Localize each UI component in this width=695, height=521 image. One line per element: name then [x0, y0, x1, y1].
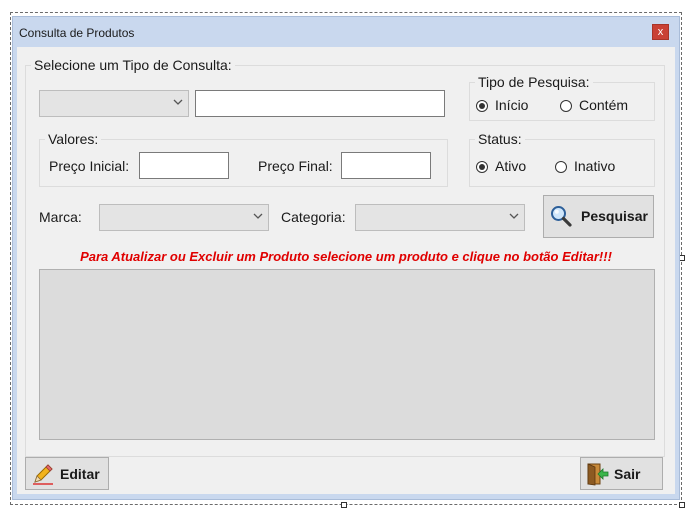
close-button[interactable]: x	[652, 24, 669, 40]
radio-ativo-label: Ativo	[495, 158, 527, 174]
radio-inicio-indicator	[476, 100, 488, 112]
sair-button[interactable]: Sair	[580, 457, 663, 490]
form-client-area: Selecione um Tipo de Consulta: Tipo de P…	[17, 47, 675, 494]
radio-inativo[interactable]: Inativo	[555, 158, 635, 176]
valores-label: Valores:	[45, 131, 102, 147]
radio-ativo[interactable]: Ativo	[476, 158, 546, 176]
radio-ativo-indicator	[476, 161, 488, 173]
preco-final-input[interactable]	[341, 152, 431, 179]
window-title: Consulta de Produtos	[19, 26, 135, 40]
categoria-combobox[interactable]	[355, 204, 525, 231]
editar-button[interactable]: Editar	[25, 457, 109, 490]
pencil-icon	[31, 462, 55, 489]
radio-inicio-label: Início	[495, 97, 529, 113]
radio-contem-label: Contém	[579, 97, 629, 113]
radio-contem-indicator	[560, 100, 572, 112]
editar-label: Editar	[60, 466, 100, 482]
title-bar: Consulta de Produtos x	[13, 17, 679, 47]
resize-handle-bottom[interactable]	[341, 502, 347, 508]
chevron-down-icon	[253, 211, 263, 221]
instruction-notice: Para Atualizar ou Excluir um Produto sel…	[80, 249, 612, 264]
exit-door-icon	[585, 462, 609, 489]
marca-combobox[interactable]	[99, 204, 269, 231]
marca-label: Marca:	[39, 209, 82, 225]
radio-inativo-indicator	[555, 161, 567, 173]
sair-label: Sair	[614, 466, 641, 482]
preco-inicial-label: Preço Inicial:	[49, 158, 130, 174]
tipo-consulta-combobox[interactable]	[39, 90, 189, 117]
status-label: Status:	[475, 131, 525, 147]
resize-handle-corner[interactable]	[679, 502, 685, 508]
radio-inativo-label: Inativo	[574, 158, 616, 174]
search-input[interactable]	[195, 90, 445, 117]
magnifier-icon	[550, 205, 572, 230]
tipo-pesquisa-label: Tipo de Pesquisa:	[475, 74, 593, 90]
preco-final-label: Preço Final:	[258, 158, 333, 174]
chevron-down-icon	[509, 211, 519, 221]
categoria-label: Categoria:	[281, 209, 346, 225]
preco-inicial-input[interactable]	[139, 152, 229, 179]
products-grid[interactable]	[39, 269, 655, 440]
pesquisar-label: Pesquisar	[581, 208, 648, 224]
radio-contem[interactable]: Contém	[560, 97, 640, 115]
chevron-down-icon	[173, 97, 183, 107]
consulta-group-label: Selecione um Tipo de Consulta:	[31, 57, 235, 73]
pesquisar-button[interactable]: Pesquisar	[543, 195, 654, 238]
radio-inicio[interactable]: Início	[476, 97, 546, 115]
consulta-produtos-window: Consulta de Produtos x Selecione um Tipo…	[12, 16, 680, 500]
